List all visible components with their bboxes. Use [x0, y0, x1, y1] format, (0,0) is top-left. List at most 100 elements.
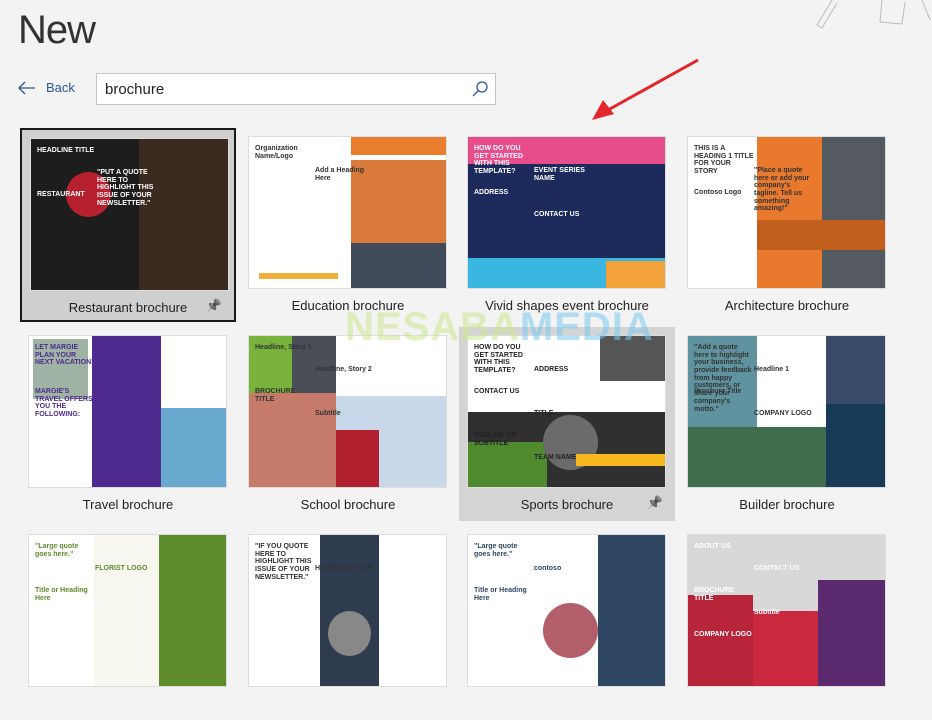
template-tile-travel[interactable]: LET MARGIE PLAN YOUR NEXT VACATION! MARGI…	[20, 327, 236, 521]
template-label: Vivid shapes event brochure	[485, 298, 649, 313]
template-thumbnail: HEADLINE TITLE "PUT A QUOTE HERE TO HIGHL…	[30, 138, 229, 291]
thumbnail-text: Title or Heading Here	[35, 587, 88, 602]
thumbnail-text: HEADLINE TITLE	[37, 147, 95, 154]
template-tile-school[interactable]: Headline, Story 1 Headline, Story 2 BROCHU…	[240, 327, 456, 521]
thumbnail-shape	[327, 610, 372, 656]
thumbnail-text: Subtitle	[754, 609, 780, 616]
template-thumbnail: "IF YOU QUOTE HERE TO HIGHLIGHT THIS ISS…	[248, 534, 447, 687]
search-box	[96, 73, 496, 105]
thumbnail-shape	[139, 139, 228, 290]
thumbnail-text: FLORIST LOGO	[95, 565, 148, 572]
template-thumbnail: Organization Name/Logo Add a Heading Here	[248, 136, 447, 289]
thumbnail-text: TAGLINE OR SUBTITLE	[474, 432, 517, 447]
thumbnail-text: "Place a quote here or add your company'…	[754, 167, 810, 213]
thumbnail-shape	[468, 441, 547, 487]
thumbnail-shape	[825, 403, 885, 487]
thumbnail-text: "PUT A QUOTE HERE TO HIGHLIGHT THIS ISSU…	[97, 169, 154, 207]
thumbnail-text: "Add a quote here to highlight your busi…	[694, 344, 752, 413]
pin-icon[interactable]: 📌	[647, 495, 663, 511]
template-tile-quote[interactable]: "IF YOU QUOTE HERE TO HIGHLIGHT THIS ISS…	[240, 526, 456, 720]
thumbnail-shape	[598, 535, 665, 686]
thumbnail-text: COMPANY LOGO	[754, 410, 812, 417]
thumbnail-text: HOW DO YOU GET STARTED WITH THIS TEMPLAT…	[474, 344, 523, 375]
thumbnail-text: LET MARGIE PLAN YOUR NEXT VACATION!	[35, 344, 94, 367]
thumbnail-text: CONTACT US	[754, 565, 800, 572]
thumbnail-text: MARGIE'S TRAVEL	[95, 366, 130, 381]
thumbnail-shape	[753, 610, 818, 686]
thumbnail-shape	[756, 220, 885, 251]
template-tile-builder[interactable]: "Add a quote here to highlight your busi…	[679, 327, 895, 521]
thumbnail-text: Headline, Story 2	[315, 366, 372, 373]
thumbnail-text: Organization Name/Logo	[255, 145, 298, 160]
thumbnail-text: COMPANY LOGO	[694, 631, 752, 638]
thumbnail-shape	[94, 535, 159, 686]
template-thumbnail: "Large quote goes here." FLORIST LOGO Titl…	[28, 534, 227, 687]
thumbnail-text: ADDRESS	[534, 366, 569, 373]
template-thumbnail: HOW DO YOU GET STARTED WITH THIS TEMPLAT…	[467, 136, 666, 289]
decorative-sketch-icon	[816, 0, 931, 29]
thumbnail-shape	[821, 137, 885, 288]
thumbnail-shape	[351, 137, 446, 156]
template-thumbnail: THIS IS A HEADING 1 TITLE FOR YOUR STORY…	[687, 136, 886, 289]
thumbnail-text: Subtitle	[315, 410, 341, 417]
thumbnail-shape	[92, 336, 161, 487]
template-thumbnail: "Add a quote here to highlight your busi…	[687, 335, 886, 488]
thumbnail-text: THIS IS A HEADING 1 TITLE FOR YOUR STORY	[694, 145, 754, 176]
thumbnail-text: "Large quote goes here."	[35, 543, 79, 558]
thumbnail-shape	[335, 429, 379, 487]
template-thumbnail: LET MARGIE PLAN YOUR NEXT VACATION! MARGI…	[28, 335, 227, 488]
thumbnail-text: BROCHURE TITLE	[694, 587, 735, 602]
search-icon[interactable]	[465, 80, 495, 98]
template-tile-vivid[interactable]: HOW DO YOU GET STARTED WITH THIS TEMPLAT…	[459, 128, 675, 322]
thumbnail-shape	[258, 272, 338, 279]
template-tile-company[interactable]: ABOUT US CONTACT US BROCHURE TITLE Subtitle…	[679, 526, 895, 720]
thumbnail-shape	[688, 595, 753, 686]
thumbnail-shape	[160, 408, 226, 487]
thumbnail-text: Contoso Logo	[694, 189, 742, 196]
thumbnail-text: contoso	[534, 565, 562, 572]
thumbnail-text: HOW DO YOU GET STARTED WITH THIS TEMPLAT…	[474, 145, 523, 176]
thumbnail-text: Title or Heading Here	[474, 587, 527, 602]
thumbnail-shape	[249, 393, 336, 487]
thumbnail-text: TEAM NAME	[534, 454, 577, 461]
thumbnail-shape	[688, 426, 826, 487]
thumbnail-text: ADDRESS	[474, 189, 509, 196]
thumbnail-shape	[542, 602, 598, 658]
template-tile-sports[interactable]: HOW DO YOU GET STARTED WITH THIS TEMPLAT…	[459, 327, 675, 521]
thumbnail-text: "IF YOU QUOTE HERE TO HIGHLIGHT THIS ISS…	[255, 543, 312, 581]
back-arrow-icon	[18, 81, 35, 94]
thumbnail-text: EVENT SERIES NAME	[534, 167, 585, 182]
template-label: Sports brochure	[520, 497, 614, 512]
thumbnail-shape	[605, 260, 665, 288]
template-thumbnail: "Large quote goes here." contoso Title or …	[467, 534, 666, 687]
search-input[interactable]	[97, 74, 465, 104]
thumbnail-shape	[825, 336, 885, 404]
thumbnail-text: TITLE	[534, 410, 554, 417]
pin-icon[interactable]: 📌	[206, 298, 222, 314]
template-tile-florist[interactable]: "Large quote goes here." FLORIST LOGO Titl…	[20, 526, 236, 720]
template-label: Education brochure	[291, 298, 405, 313]
thumbnail-text: RESTAURANT	[37, 191, 85, 198]
template-tile-architecture[interactable]: THIS IS A HEADING 1 TITLE FOR YOUR STORY…	[679, 128, 895, 322]
template-thumbnail: Headline, Story 1 Headline, Story 2 BROCHU…	[248, 335, 447, 488]
thumbnail-text: Headline 1	[754, 366, 790, 373]
thumbnail-text: Add a Heading Here	[315, 167, 365, 182]
thumbnail-text: CONTACT US	[474, 388, 520, 395]
template-label: School brochure	[300, 497, 396, 512]
thumbnail-text: "Large quote goes here."	[474, 543, 518, 558]
thumbnail-shape	[818, 580, 885, 686]
template-tile-education[interactable]: Organization Name/Logo Add a Heading Here…	[240, 128, 456, 322]
back-button[interactable]: Back	[18, 80, 75, 95]
template-label: Restaurant brochure	[68, 300, 188, 315]
thumbnail-shape	[599, 336, 665, 382]
template-thumbnail: HOW DO YOU GET STARTED WITH THIS TEMPLAT…	[467, 335, 666, 488]
thumbnail-text: MARGIE'S TRAVEL OFFERS YOU THE FOLLOWING…	[35, 388, 93, 419]
page-title: New	[18, 8, 96, 52]
thumbnail-text: Headline, Story 1	[255, 344, 312, 351]
thumbnail-shape	[386, 550, 435, 596]
template-label: Builder brochure	[739, 497, 835, 512]
template-tile-restaurant[interactable]: HEADLINE TITLE "PUT A QUOTE HERE TO HIGHL…	[20, 128, 236, 322]
template-tile-contoso[interactable]: "Large quote goes here." contoso Title or …	[459, 526, 675, 720]
thumbnail-text: ABOUT US	[694, 543, 731, 550]
thumbnail-text: CONTACT US	[534, 211, 580, 218]
